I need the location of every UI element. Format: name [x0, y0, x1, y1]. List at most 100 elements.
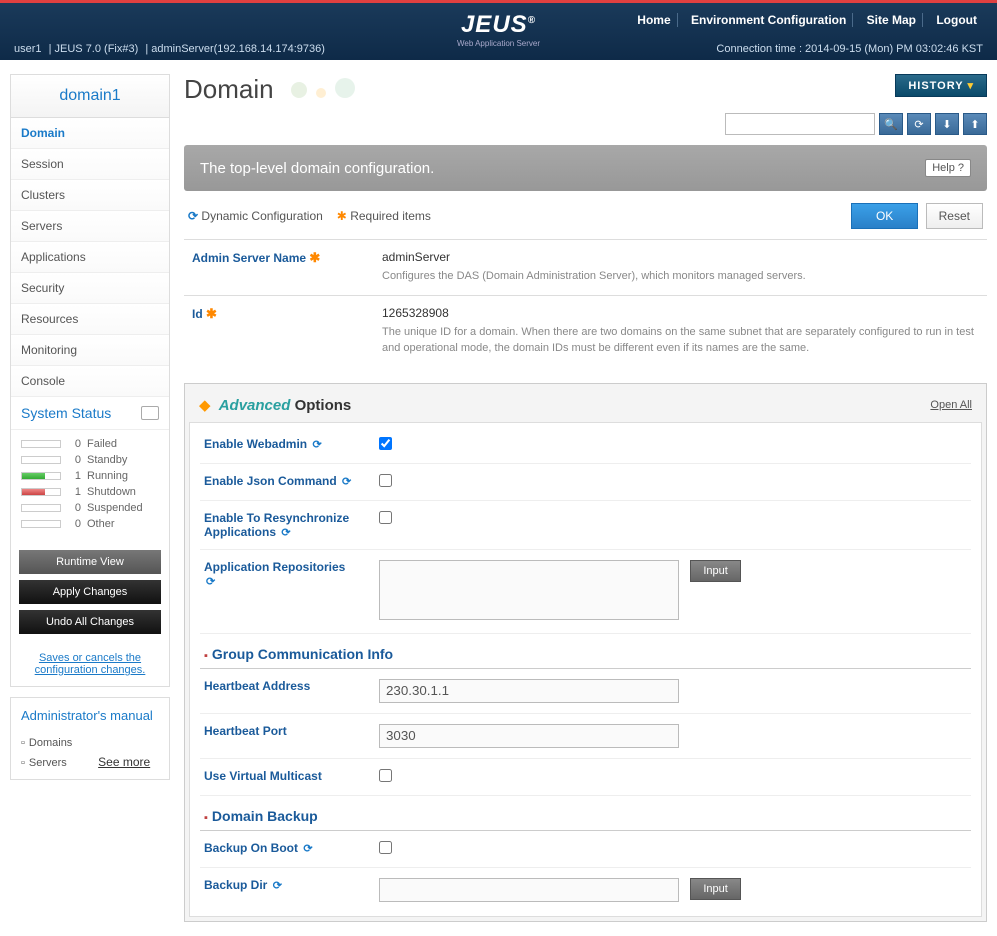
enable-json-checkbox[interactable] — [379, 474, 392, 487]
status-running: 1Running — [21, 470, 159, 482]
advanced-panel: ◆ Advanced Options Open All Enable Webad… — [184, 383, 987, 922]
page-title: Domain — [184, 74, 274, 105]
config-table: Admin Server Name ✱ adminServer Configur… — [184, 239, 987, 367]
sync-icon: ⟳ — [312, 439, 321, 451]
sync-icon: ⟳ — [206, 576, 215, 588]
domain-backup-section: Domain Backup — [200, 796, 971, 831]
id-label: Id ✱ — [184, 295, 374, 367]
nav-sitemap[interactable]: Site Map — [861, 13, 923, 27]
status-other: 0Other — [21, 518, 159, 530]
manual-domains[interactable]: Domains — [11, 733, 169, 753]
content-area: Domain HISTORY 🔍 ⟳ ⬇ ⬆ The top-level dom… — [184, 74, 987, 922]
backup-dir-label: Backup Dir ⟳ — [204, 878, 379, 892]
dynamic-config-legend: ⟳ Dynamic Configuration — [188, 209, 323, 223]
version-text: JEUS 7.0 (Fix#3) — [55, 43, 139, 55]
status-failed: 0Failed — [21, 438, 159, 450]
status-suspended: 0Suspended — [21, 502, 159, 514]
description-bar: The top-level domain configuration. Help… — [184, 145, 987, 191]
user-name: user1 — [14, 43, 42, 55]
see-more-link[interactable]: See more — [98, 755, 150, 779]
open-all-link[interactable]: Open All — [930, 399, 972, 411]
logo: JEUS® Web Application Server — [457, 11, 540, 48]
domain-nav-panel: domain1 Domain Session Clusters Servers … — [10, 74, 170, 687]
user-info-line: user1 | JEUS 7.0 (Fix#3) | adminServer(1… — [14, 43, 329, 55]
sync-icon: ⟳ — [303, 843, 312, 855]
help-button[interactable]: Help ? — [925, 159, 971, 177]
reset-button[interactable]: Reset — [926, 203, 983, 229]
nav-security[interactable]: Security — [11, 273, 169, 304]
system-status-header: System Status — [11, 397, 169, 430]
required-items-legend: ✱ Required items — [337, 209, 431, 223]
heartbeat-port-label: Heartbeat Port — [204, 724, 379, 738]
nav-session[interactable]: Session — [11, 149, 169, 180]
refresh-icon[interactable]: ⟳ — [907, 113, 931, 135]
sync-icon: ⟳ — [281, 527, 290, 539]
enable-webadmin-checkbox[interactable] — [379, 437, 392, 450]
apply-changes-button[interactable]: Apply Changes — [19, 580, 161, 604]
manual-panel: Administrator's manual Domains Servers S… — [10, 697, 170, 780]
connection-time: Connection time : 2014-09-15 (Mon) PM 03… — [716, 43, 983, 55]
heartbeat-port-input[interactable] — [379, 724, 679, 748]
decorative-bubbles — [288, 78, 359, 101]
app-repos-textarea[interactable] — [379, 560, 679, 620]
ok-button[interactable]: OK — [851, 203, 918, 229]
app-repos-label: Application Repositories⟳ — [204, 560, 379, 588]
search-icon[interactable]: 🔍 — [879, 113, 903, 135]
nav-servers[interactable]: Servers — [11, 211, 169, 242]
history-button[interactable]: HISTORY — [895, 74, 987, 97]
top-bar: JEUS® Web Application Server Home Enviro… — [0, 0, 997, 60]
enable-resync-checkbox[interactable] — [379, 511, 392, 524]
manual-title: Administrator's manual — [11, 698, 169, 733]
sync-icon: ⟳ — [273, 880, 282, 892]
app-repos-input-button[interactable]: Input — [690, 560, 740, 582]
warning-icon: ◆ — [199, 397, 211, 414]
heartbeat-addr-input[interactable] — [379, 679, 679, 703]
use-virtual-multicast-checkbox[interactable] — [379, 769, 392, 782]
brand-subtitle: Web Application Server — [457, 39, 540, 48]
heartbeat-addr-label: Heartbeat Address — [204, 679, 379, 693]
admin-server-name-value: adminServer — [382, 250, 979, 264]
nav-home[interactable]: Home — [631, 13, 677, 27]
sync-icon: ⟳ — [342, 476, 351, 488]
nav-domain[interactable]: Domain — [11, 118, 169, 149]
nav-resources[interactable]: Resources — [11, 304, 169, 335]
top-nav: Home Environment Configuration Site Map … — [629, 13, 985, 27]
status-shutdown: 1Shutdown — [21, 486, 159, 498]
backup-dir-input[interactable] — [379, 878, 679, 902]
description-text: The top-level domain configuration. — [200, 160, 434, 177]
nav-console[interactable]: Console — [11, 366, 169, 397]
id-value: 1265328908 — [382, 306, 979, 320]
xml-download-icon[interactable]: ⬇ — [935, 113, 959, 135]
admin-server-name-desc: Configures the DAS (Domain Administratio… — [382, 268, 979, 285]
monitor-icon[interactable] — [141, 406, 159, 420]
nav-logout[interactable]: Logout — [930, 13, 983, 27]
group-comm-section: Group Communication Info — [200, 634, 971, 669]
backup-on-boot-label: Backup On Boot ⟳ — [204, 841, 379, 855]
backup-on-boot-checkbox[interactable] — [379, 841, 392, 854]
undo-all-button[interactable]: Undo All Changes — [19, 610, 161, 634]
nav-applications[interactable]: Applications — [11, 242, 169, 273]
enable-webadmin-label: Enable Webadmin ⟳ — [204, 437, 379, 451]
runtime-view-button[interactable]: Runtime View — [19, 550, 161, 574]
system-status-title: System Status — [21, 405, 111, 421]
brand-text: JEUS — [461, 11, 528, 38]
search-input[interactable] — [725, 113, 875, 135]
manual-servers[interactable]: Servers — [11, 753, 77, 773]
status-list: 0Failed 0Standby 1Running 1Shutdown 0Sus… — [11, 430, 169, 542]
enable-resync-label: Enable To Resynchronize Applications ⟳ — [204, 511, 379, 539]
advanced-options-title: ◆ Advanced Options — [199, 396, 351, 414]
nav-clusters[interactable]: Clusters — [11, 180, 169, 211]
id-desc: The unique ID for a domain. When there a… — [382, 324, 979, 357]
status-standby: 0Standby — [21, 454, 159, 466]
backup-dir-input-button[interactable]: Input — [690, 878, 740, 900]
server-text: adminServer(192.168.14.174:9736) — [151, 43, 325, 55]
save-note-link[interactable]: Saves or cancels the configuration chang… — [35, 652, 146, 676]
domain-name-title[interactable]: domain1 — [11, 75, 169, 118]
nav-monitoring[interactable]: Monitoring — [11, 335, 169, 366]
sidebar: domain1 Domain Session Clusters Servers … — [10, 74, 170, 922]
use-virtual-multicast-label: Use Virtual Multicast — [204, 769, 379, 783]
xml-upload-icon[interactable]: ⬆ — [963, 113, 987, 135]
enable-json-label: Enable Json Command ⟳ — [204, 474, 379, 488]
nav-env-config[interactable]: Environment Configuration — [685, 13, 853, 27]
admin-server-name-label: Admin Server Name ✱ — [184, 240, 374, 296]
